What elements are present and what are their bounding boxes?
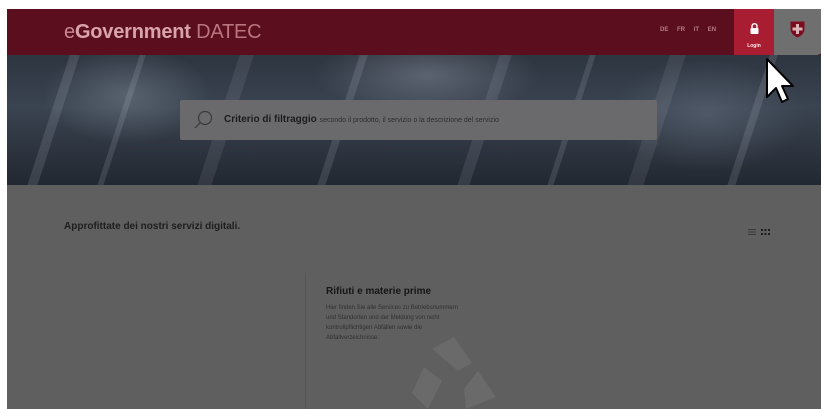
search-icon xyxy=(194,110,213,129)
login-label: Login xyxy=(747,43,761,49)
hero-banner: Criterio di filtraggio secondo il prodot… xyxy=(7,55,821,185)
lang-it[interactable]: IT xyxy=(694,27,699,33)
search-placeholder: Criterio di filtraggio secondo il prodot… xyxy=(224,114,499,125)
card-description-line: kontrollpflichtigen Abfällen sowie die xyxy=(326,325,423,331)
search-placeholder-bold: Criterio di filtraggio xyxy=(224,114,317,125)
card-divider xyxy=(305,273,306,409)
language-switcher: DE FR IT EN xyxy=(660,27,723,33)
lock-icon xyxy=(750,23,759,34)
brand-logo[interactable]: eGovernment DATEC xyxy=(64,21,262,44)
swiss-cross-icon xyxy=(790,21,805,38)
mouse-cursor-icon xyxy=(766,58,794,103)
list-view-icon[interactable] xyxy=(748,229,756,235)
search-placeholder-rest: secondo il prodotto, il servizio o la de… xyxy=(319,117,499,124)
grid-view-icon[interactable] xyxy=(761,229,770,235)
brand-bold: Government xyxy=(74,21,191,43)
service-search-bar[interactable]: Criterio di filtraggio secondo il prodot… xyxy=(180,100,657,140)
view-toggle xyxy=(748,223,774,241)
services-section: Approfittate dei nostri servizi digitali… xyxy=(7,185,821,409)
brand-suffix: DATEC xyxy=(190,21,262,43)
browser-viewport: eGovernment DATEC DE FR IT EN Login Crit… xyxy=(7,9,821,409)
lang-en[interactable]: EN xyxy=(708,27,716,33)
lang-de[interactable]: DE xyxy=(660,27,668,33)
card-title: Rifiuti e materie prime xyxy=(326,286,432,297)
card-description-line: Hier finden Sie alle Services zu Betrieb… xyxy=(326,305,459,311)
brand-prefix: e xyxy=(64,21,75,43)
top-header: eGovernment DATEC DE FR IT EN xyxy=(7,9,821,55)
lang-fr[interactable]: FR xyxy=(677,27,685,33)
section-title: Approfittate dei nostri servizi digitali… xyxy=(64,221,241,232)
recycle-icon xyxy=(412,337,496,409)
card-description-line: und Standorten und der Meldung von nicht xyxy=(326,315,440,321)
